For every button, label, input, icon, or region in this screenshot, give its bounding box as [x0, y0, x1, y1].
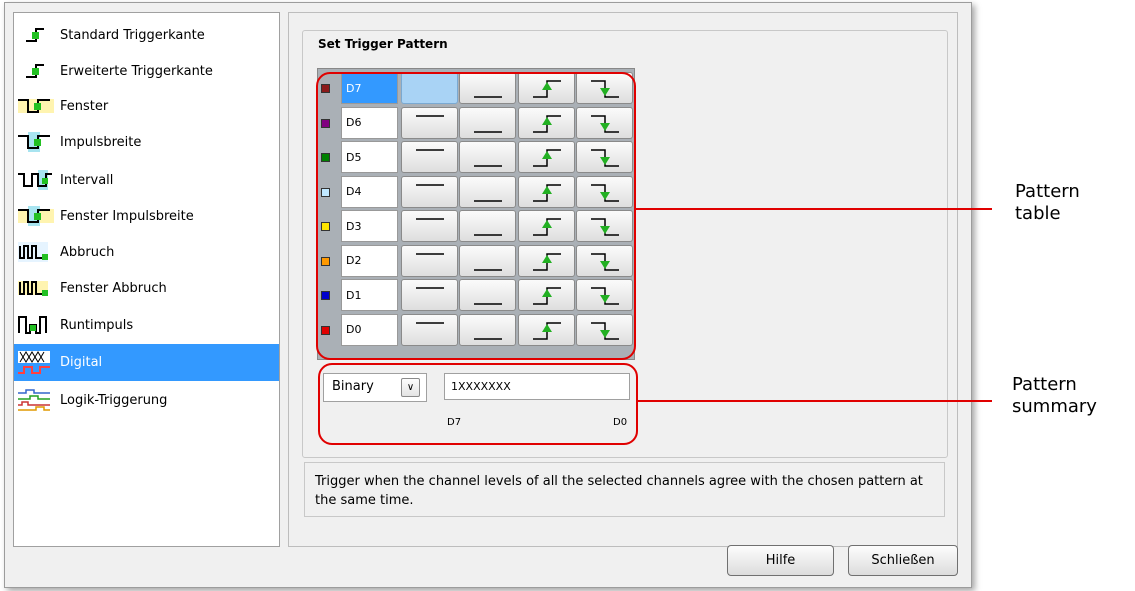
trigger-item-label: Fenster: [60, 98, 109, 114]
close-button[interactable]: Schließen: [848, 545, 958, 576]
trigger-item-label: Abbruch: [60, 244, 115, 260]
trigger-item-digital[interactable]: Digital: [14, 344, 279, 381]
pattern-summary-callout-line: [636, 400, 992, 402]
trigger-type-list: Standard Triggerkante Erweiterte Trigger…: [13, 12, 280, 547]
help-button[interactable]: Hilfe: [727, 545, 834, 576]
pattern-summary-label: Pattern summary: [1012, 374, 1097, 417]
trigger-item-advanced-edge[interactable]: Erweiterte Triggerkante: [14, 54, 279, 88]
trigger-item-label: Fenster Abbruch: [60, 280, 167, 296]
group-title: Set Trigger Pattern: [312, 37, 454, 51]
trigger-item-standard-edge[interactable]: Standard Triggerkante: [14, 18, 279, 52]
trigger-item-window[interactable]: Fenster: [14, 89, 279, 123]
window-dropout-icon: [14, 273, 58, 303]
advanced-edge-icon: [14, 56, 58, 86]
pattern-table-callout: [316, 72, 636, 360]
standard-edge-icon: [14, 20, 58, 50]
window-pulse-width-icon: [14, 201, 58, 231]
trigger-item-label: Runtimpuls: [60, 317, 134, 333]
dropout-icon: [14, 237, 58, 267]
description-text: Trigger when the channel levels of all t…: [304, 462, 945, 517]
logic-trigger-icon: [14, 385, 58, 415]
pattern-summary-callout: [318, 363, 638, 445]
trigger-item-label: Impulsbreite: [60, 134, 142, 150]
trigger-item-window-dropout[interactable]: Fenster Abbruch: [14, 271, 279, 305]
pulse-width-icon: [14, 127, 58, 157]
trigger-item-logic-trigger[interactable]: Logik-Triggerung: [14, 383, 279, 417]
runt-pulse-icon: [14, 310, 58, 340]
pattern-table-label: Pattern table: [1015, 181, 1080, 224]
trigger-item-label: Fenster Impulsbreite: [60, 208, 194, 224]
trigger-item-interval[interactable]: Intervall: [14, 163, 279, 197]
interval-icon: [14, 165, 58, 195]
trigger-item-window-pulse-width[interactable]: Fenster Impulsbreite: [14, 199, 279, 233]
trigger-item-label: Standard Triggerkante: [60, 27, 205, 43]
digital-icon: [14, 348, 58, 378]
trigger-item-dropout[interactable]: Abbruch: [14, 235, 279, 269]
trigger-item-label: Logik-Triggerung: [60, 392, 168, 408]
trigger-item-runt-pulse[interactable]: Runtimpuls: [14, 308, 279, 342]
trigger-item-label: Erweiterte Triggerkante: [60, 63, 213, 79]
trigger-item-pulse-width[interactable]: Impulsbreite: [14, 125, 279, 159]
pattern-table-callout-line: [634, 208, 992, 210]
trigger-item-label: Intervall: [60, 172, 114, 188]
trigger-item-label: Digital: [60, 355, 103, 370]
window-icon: [14, 91, 58, 121]
